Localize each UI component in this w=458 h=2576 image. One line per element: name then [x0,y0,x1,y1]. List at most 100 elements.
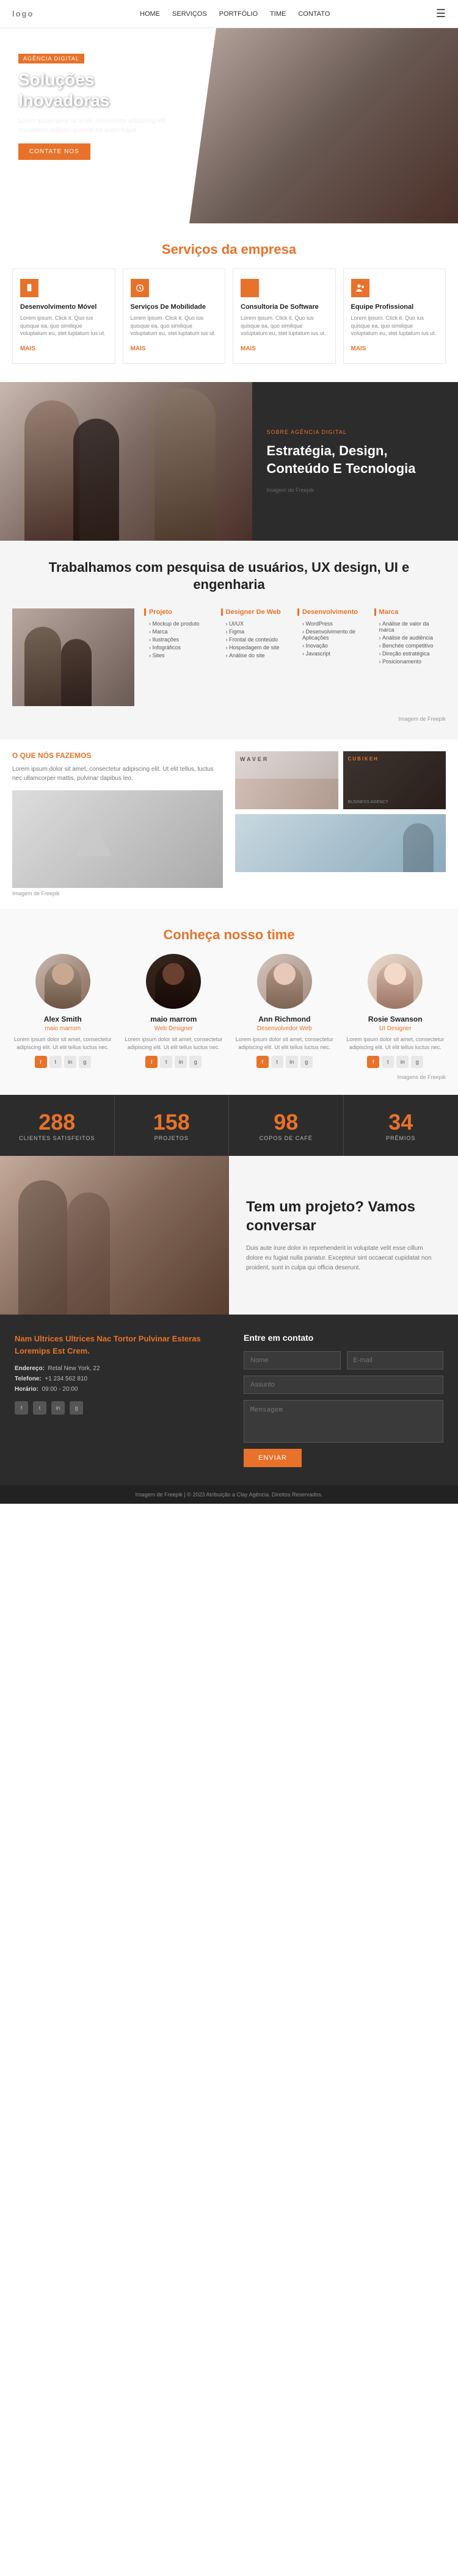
social-in4[interactable]: in [396,1056,409,1068]
avatar-maio [146,954,201,1009]
form-subject-input[interactable] [244,1376,443,1394]
contact-social-g[interactable]: g [70,1401,83,1415]
team-social-alex: f t in g [12,1056,114,1068]
contact-address: Endereço: Retal New York, 22 [15,1365,214,1372]
contact-hours-label: Horário: [15,1386,38,1393]
agency-text: SOBRE AGÊNCIA DIGITAL Estratégia, Design… [252,382,458,541]
team-desc-maio: Lorem ipsum dolor sit amet, consectetur … [123,1036,225,1051]
team-role-alex: maio marrom [12,1025,114,1032]
ux-item: › Direção estratégica [374,651,446,657]
menu-icon[interactable]: ☰ [436,7,446,20]
footer-credit: Imagem de Freepik | © 2023 Atribuição a … [135,1492,322,1498]
hero-title: Soluções Inovadoras [18,70,177,110]
ux-col-web: Designer De Web › UI/UX › Figma › Fronta… [221,608,293,706]
stat-number-awards: 34 [350,1109,453,1135]
team-section: Conheça nosso time Alex Smith maio marro… [0,909,458,1095]
ux-item: › Análise do site [221,652,293,658]
contact-brand: Nam Ultrices Ultrices Nac Tortor Pulvina… [15,1333,214,1357]
what-card-waver: WAVER [235,751,338,809]
service-card-team: Equipe Profissional Lorem ipsum. Click i… [343,269,446,364]
ux-col-brand: Marca › Análise de valor da marca › Anál… [374,608,446,706]
services-title: Serviços da empresa [0,223,458,269]
contact-social-in[interactable]: in [51,1401,65,1415]
service-card-mobile: Desenvolvimento Móvel Lorem ipsum. Click… [12,269,115,364]
social-in3[interactable]: in [286,1056,298,1068]
stat-clients: 288 CLIENTES SATISFEITOS [0,1095,115,1156]
agency-credit: Imagem de Freepik [267,487,444,493]
contact-social-tw[interactable]: t [33,1401,46,1415]
form-message-input[interactable] [244,1400,443,1443]
social-fb2[interactable]: f [145,1056,158,1068]
social-g3[interactable]: g [300,1056,313,1068]
avatar-alex [35,954,90,1009]
social-fb3[interactable]: f [256,1056,269,1068]
team-member-rosie: Rosie Swanson UI Designer Lorem ipsum do… [345,954,446,1068]
ux-item: › Javascript [297,651,369,657]
ux-item: › Infográficos [144,644,216,651]
nav-home[interactable]: HOME [140,10,160,18]
ux-col-dev: Desenvolvimento › WordPress › Desenvolvi… [297,608,369,706]
team-social-ann: f t in g [234,1056,335,1068]
ux-item: › Frontal de conteúdo [221,637,293,643]
service-more-mobile[interactable]: MAIS [20,345,35,352]
team-member-ann: Ann Richmond Desenvolvedor Web Lorem ips… [234,954,335,1068]
nav-portfolio[interactable]: PORTFÓLIO [219,10,258,18]
social-in[interactable]: in [64,1056,76,1068]
service-more-consulting[interactable]: MAIS [241,345,256,352]
what-right: WAVER CUBIKEH BUSINESS AGENCY [235,751,446,872]
stat-label-projects: PROJETOS [121,1135,223,1141]
what-card-cubikeh: CUBIKEH BUSINESS AGENCY [343,751,446,809]
social-tw3[interactable]: t [271,1056,283,1068]
nav-team[interactable]: TIME [270,10,286,18]
service-desc-mobile: Lorem ipsum. Click it. Quo ius quisque e… [20,314,107,337]
ux-item: › Figma [221,629,293,635]
ux-item: › Desenvolvimento de Aplicações [297,629,369,641]
ux-item: › Benchée competitivo [374,643,446,649]
contact-social: f t in g [15,1401,214,1415]
ux-item: › Sites [144,652,216,658]
nav-contact[interactable]: CONTATO [298,10,330,18]
what-image [12,790,223,888]
social-tw4[interactable]: t [382,1056,394,1068]
form-email-input[interactable] [347,1351,444,1369]
stat-awards: 34 PRÊMIOS [344,1095,458,1156]
ux-col-title-web: Designer De Web [221,608,293,616]
social-tw[interactable]: t [49,1056,62,1068]
team-desc-ann: Lorem ipsum dolor sit amet, consectetur … [234,1036,335,1051]
social-g2[interactable]: g [189,1056,202,1068]
service-more-mobility[interactable]: MAIS [131,345,146,352]
service-title-mobility: Serviços De Mobilidade [131,303,218,311]
what-section: O QUE NÓS FAZEMOS Lorem ipsum dolor sit … [0,739,458,909]
team-name-alex: Alex Smith [12,1015,114,1023]
team-name-rosie: Rosie Swanson [345,1015,446,1023]
social-fb4[interactable]: f [367,1056,379,1068]
contact-social-fb[interactable]: f [15,1401,28,1415]
service-icon-team [351,279,369,297]
cta-text: Tem um projeto? Vamos conversar Duis aut… [229,1156,458,1315]
cta-section: Tem um projeto? Vamos conversar Duis aut… [0,1156,458,1315]
what-image-credit: Imagem de Freepik [12,890,223,897]
hero-cta-button[interactable]: CONTATE NOS [18,143,90,160]
social-g[interactable]: g [79,1056,91,1068]
stat-label-clients: CLIENTES SATISFEITOS [6,1135,108,1141]
form-submit-button[interactable]: ENVIAR [244,1449,302,1467]
team-role-ann: Desenvolvedor Web [234,1025,335,1032]
form-name-input[interactable] [244,1351,341,1369]
avatar-rosie [368,954,423,1009]
social-tw2[interactable]: t [160,1056,172,1068]
hero-tag: AGÊNCIA DIGITAL [18,54,84,63]
form-title: Entre em contato [244,1333,443,1343]
team-credit: Imagens de Freepik [12,1074,446,1080]
social-fb[interactable]: f [35,1056,47,1068]
social-in2[interactable]: in [175,1056,187,1068]
contact-phone: Telefone: +1 234 562 810 [15,1376,214,1382]
ux-item: › Análise de valor da marca [374,621,446,633]
nav-services[interactable]: SERVIÇOS [172,10,207,18]
ux-image [12,608,134,706]
social-g4[interactable]: g [411,1056,423,1068]
team-desc-rosie: Lorem ipsum dolor sit amet, consectetur … [345,1036,446,1051]
service-title-team: Equipe Profissional [351,303,438,311]
ux-item: › Marca [144,629,216,635]
service-desc-team: Lorem ipsum. Click it. Quo ius quisque e… [351,314,438,337]
service-more-team[interactable]: MAIS [351,345,366,352]
